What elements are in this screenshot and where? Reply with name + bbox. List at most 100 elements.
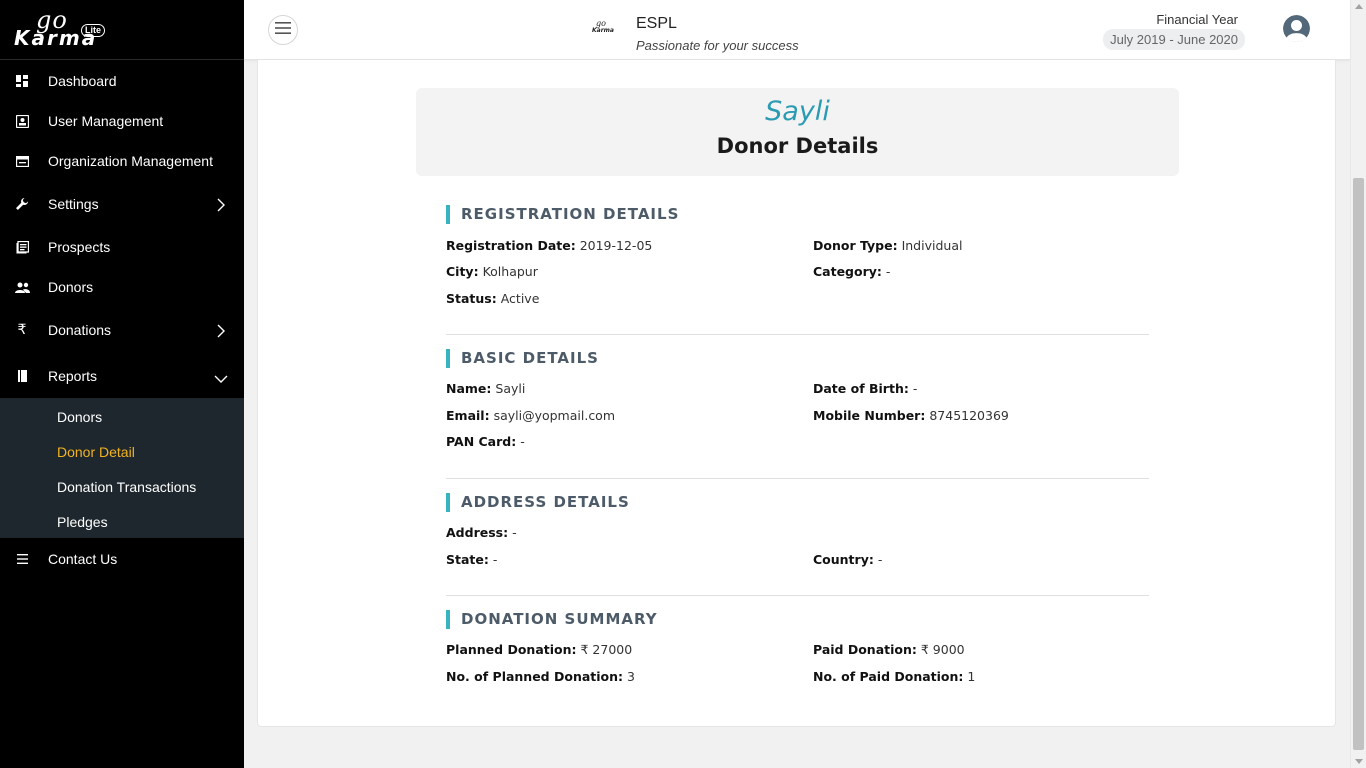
field-value: 1 bbox=[967, 669, 976, 684]
section-divider bbox=[446, 334, 1149, 335]
field-label: PAN Card: bbox=[446, 434, 517, 449]
submenu-item-donation-transactions[interactable]: Donation Transactions bbox=[57, 479, 196, 495]
field-label: Donor Type: bbox=[813, 238, 898, 253]
submenu-item-donor-detail[interactable]: Donor Detail bbox=[57, 444, 135, 460]
field-label: Planned Donation: bbox=[446, 642, 577, 657]
field-name: Name: Sayli bbox=[446, 381, 525, 396]
field-label: Name: bbox=[446, 381, 492, 396]
scroll-up-arrow-icon[interactable] bbox=[1355, 4, 1363, 9]
field-value: Sayli bbox=[495, 381, 526, 396]
user-card-icon bbox=[14, 113, 30, 129]
logo-lite-badge: Lite bbox=[81, 24, 106, 37]
section-divider bbox=[446, 478, 1149, 479]
field-email: Email: sayli@yopmail.com bbox=[446, 408, 615, 423]
field-label: Address: bbox=[446, 525, 509, 540]
field-value: ₹ 27000 bbox=[580, 642, 633, 657]
sidebar-item-user-management[interactable]: User Management bbox=[0, 101, 244, 141]
field-value: sayli@yopmail.com bbox=[493, 408, 616, 423]
field-status: Status: Active bbox=[446, 291, 539, 306]
field-value: 3 bbox=[627, 669, 635, 684]
field-label: City: bbox=[446, 264, 479, 279]
sidebar-item-prospects[interactable]: Prospects bbox=[0, 227, 244, 267]
field-label: No. of Planned Donation: bbox=[446, 669, 624, 684]
field-label: Email: bbox=[446, 408, 490, 423]
section-title-registration: REGISTRATION DETAILS bbox=[446, 205, 679, 224]
field-value: ₹ 9000 bbox=[920, 642, 965, 657]
field-label: State: bbox=[446, 552, 489, 567]
field-value: - bbox=[492, 552, 498, 567]
field-label: Paid Donation: bbox=[813, 642, 917, 657]
field-category: Category: - bbox=[813, 264, 890, 279]
field-pan-card: PAN Card: - bbox=[446, 434, 525, 449]
sidebar-item-label: Settings bbox=[48, 196, 99, 212]
sidebar: go Karma Lite Dashboard User Management … bbox=[0, 0, 244, 768]
brand-logo[interactable]: go Karma Lite bbox=[0, 0, 244, 60]
svg-text:Karma: Karma bbox=[592, 27, 614, 34]
sidebar-item-label: Contact Us bbox=[48, 551, 118, 567]
field-value: 8745120369 bbox=[929, 408, 1009, 423]
submenu-item-donors[interactable]: Donors bbox=[57, 409, 102, 425]
wrench-icon bbox=[14, 196, 30, 212]
org-tagline: Passionate for your success bbox=[636, 38, 799, 53]
field-planned-donation-count: No. of Planned Donation: 3 bbox=[446, 669, 635, 684]
user-avatar-icon[interactable] bbox=[1283, 15, 1310, 42]
hamburger-icon bbox=[275, 21, 291, 39]
donor-details-card: Sayli Donor Details REGISTRATION DETAILS… bbox=[257, 60, 1336, 727]
donor-header-panel: Sayli Donor Details bbox=[416, 88, 1179, 176]
chevron-down-icon bbox=[214, 371, 228, 383]
list-icon bbox=[14, 551, 30, 567]
scroll-down-arrow-icon[interactable] bbox=[1355, 759, 1363, 764]
organization-icon bbox=[14, 153, 30, 169]
field-label: Country: bbox=[813, 552, 874, 567]
scroll-thumb[interactable] bbox=[1353, 178, 1364, 750]
sidebar-item-reports[interactable]: Reports bbox=[0, 356, 244, 396]
financial-year-selector[interactable]: July 2019 - June 2020 bbox=[1103, 29, 1245, 50]
field-planned-donation: Planned Donation: ₹ 27000 bbox=[446, 642, 632, 657]
field-paid-donation-count: No. of Paid Donation: 1 bbox=[813, 669, 975, 684]
field-paid-donation: Paid Donation: ₹ 9000 bbox=[813, 642, 965, 657]
field-country: Country: - bbox=[813, 552, 882, 567]
sidebar-item-donations[interactable]: ₹ Donations bbox=[0, 310, 244, 350]
field-value: - bbox=[512, 525, 517, 540]
chevron-right-icon bbox=[216, 198, 226, 212]
reports-submenu: Donors Donor Detail Donation Transaction… bbox=[0, 398, 244, 538]
sidebar-item-label: Donors bbox=[48, 279, 94, 295]
donor-name: Sayli bbox=[765, 96, 830, 127]
field-label: Category: bbox=[813, 264, 882, 279]
chevron-right-icon bbox=[216, 324, 226, 338]
sidebar-item-label: Organization Management bbox=[48, 153, 213, 169]
field-label: Date of Birth: bbox=[813, 381, 909, 396]
sidebar-item-contact-us[interactable]: Contact Us bbox=[0, 539, 244, 579]
field-state: State: - bbox=[446, 552, 497, 567]
sidebar-item-label: User Management bbox=[48, 113, 164, 129]
sidebar-item-dashboard[interactable]: Dashboard bbox=[0, 61, 244, 101]
field-address: Address: - bbox=[446, 525, 517, 540]
field-value: 2019-12-05 bbox=[579, 238, 653, 253]
field-mobile-number: Mobile Number: 8745120369 bbox=[813, 408, 1009, 423]
field-value: Kolhapur bbox=[482, 264, 538, 279]
page-scrollbar[interactable] bbox=[1350, 0, 1366, 768]
field-city: City: Kolhapur bbox=[446, 264, 538, 279]
field-value: - bbox=[912, 381, 918, 396]
menu-toggle-button[interactable] bbox=[268, 15, 298, 45]
field-label: No. of Paid Donation: bbox=[813, 669, 964, 684]
page-title: Donor Details bbox=[716, 134, 879, 158]
people-icon bbox=[14, 279, 30, 295]
sidebar-item-organization-management[interactable]: Organization Management bbox=[0, 141, 244, 181]
sidebar-item-label: Donations bbox=[48, 322, 112, 338]
rupee-icon: ₹ bbox=[17, 322, 27, 338]
prospects-icon bbox=[14, 239, 30, 255]
section-divider bbox=[446, 595, 1149, 596]
field-value: Active bbox=[500, 291, 540, 306]
field-label: Mobile Number: bbox=[813, 408, 926, 423]
sidebar-item-settings[interactable]: Settings bbox=[0, 184, 244, 224]
submenu-item-pledges[interactable]: Pledges bbox=[57, 514, 108, 530]
header: go Karma ESPL Passionate for your success… bbox=[244, 0, 1350, 60]
section-title-address: ADDRESS DETAILS bbox=[446, 493, 630, 512]
sidebar-item-donors[interactable]: Donors bbox=[0, 267, 244, 307]
field-label: Status: bbox=[446, 291, 497, 306]
field-donor-type: Donor Type: Individual bbox=[813, 238, 962, 253]
field-value: - bbox=[885, 264, 891, 279]
sidebar-item-label: Reports bbox=[48, 368, 98, 384]
section-title-basic: BASIC DETAILS bbox=[446, 349, 599, 368]
